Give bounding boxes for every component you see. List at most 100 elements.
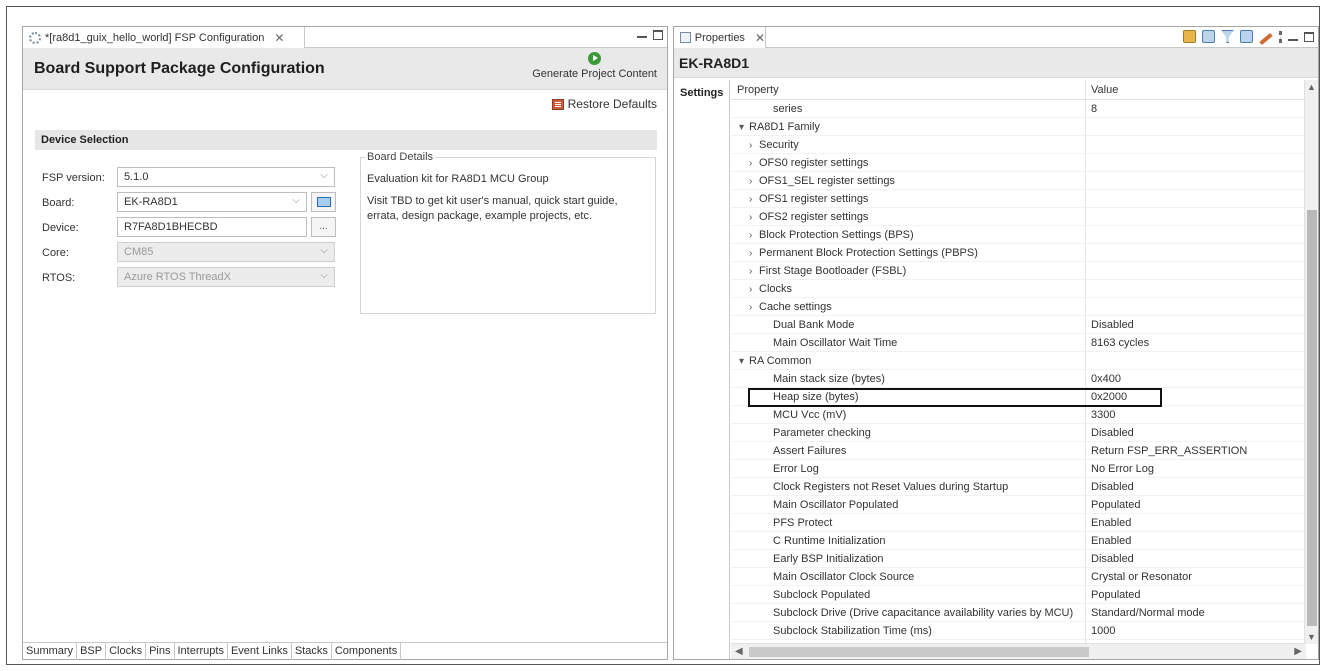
table-row[interactable]: › Security — [731, 136, 1306, 154]
device-browse-button[interactable]: ... — [311, 217, 336, 237]
property-value[interactable]: Disabled — [1091, 319, 1134, 331]
table-row[interactable]: Main Oscillator Populated Populated — [731, 496, 1306, 514]
table-row[interactable]: › Block Protection Settings (BPS) — [731, 226, 1306, 244]
column-header-value[interactable]: Value — [1091, 84, 1118, 96]
table-row[interactable]: › Cache settings — [731, 298, 1306, 316]
show-categories-icon[interactable] — [1202, 30, 1215, 43]
table-row[interactable]: Subclock Stabilization Time (ms) 1000 — [731, 622, 1306, 640]
table-row[interactable]: › OFS2 register settings — [731, 208, 1306, 226]
table-row[interactable]: Clock Registers not Reset Values during … — [731, 478, 1306, 496]
tab-interrupts[interactable]: Interrupts — [175, 643, 228, 660]
tab-clocks[interactable]: Clocks — [106, 643, 147, 660]
tab-summary[interactable]: Summary — [23, 643, 78, 660]
vertical-scroll-thumb[interactable] — [1307, 210, 1317, 626]
scroll-down-icon[interactable]: ▼ — [1307, 632, 1316, 642]
table-row[interactable]: Error Log No Error Log — [731, 460, 1306, 478]
table-row[interactable]: MCU Vcc (mV) 3300 — [731, 406, 1306, 424]
chevron-right-icon[interactable]: › — [749, 176, 759, 187]
vertical-scrollbar[interactable]: ▲ ▼ — [1304, 80, 1318, 644]
fsp-version-select[interactable]: 5.1.0 ⌵ — [117, 167, 335, 187]
tab-pins[interactable]: Pins — [146, 643, 175, 660]
restore-defaults-button[interactable]: Restore Defaults — [551, 97, 657, 111]
pin-to-selection-icon[interactable] — [1183, 30, 1196, 43]
settings-side-tab[interactable]: Settings — [674, 80, 730, 659]
table-row[interactable]: Parameter checking Disabled — [731, 424, 1306, 442]
tab-properties[interactable]: Properties ✕ — [674, 27, 766, 48]
property-value[interactable]: Disabled — [1091, 481, 1134, 493]
chevron-right-icon[interactable]: › — [749, 266, 759, 277]
table-row[interactable]: › Permanent Block Protection Settings (PB… — [731, 244, 1306, 262]
maximize-icon[interactable] — [1304, 31, 1314, 42]
table-row[interactable]: Main Oscillator Clock Source Crystal or R… — [731, 568, 1306, 586]
table-row[interactable]: PFS Protect Enabled — [731, 514, 1306, 532]
show-advanced-icon[interactable] — [1240, 30, 1253, 43]
property-value[interactable]: Populated — [1091, 589, 1141, 601]
property-value[interactable]: 8163 cycles — [1091, 337, 1149, 349]
tab-bsp[interactable]: BSP — [77, 643, 107, 660]
table-row[interactable]: › First Stage Bootloader (FSBL) — [731, 262, 1306, 280]
table-row[interactable]: Subclock Populated Populated — [731, 586, 1306, 604]
chevron-right-icon[interactable]: › — [749, 248, 759, 259]
property-value[interactable]: No Error Log — [1091, 463, 1154, 475]
chevron-right-icon[interactable]: › — [749, 212, 759, 223]
chevron-down-icon[interactable]: ▾ — [739, 122, 749, 133]
property-value[interactable]: 1000 — [1091, 625, 1115, 637]
chevron-right-icon[interactable]: › — [749, 140, 759, 151]
view-menu-icon[interactable] — [1279, 30, 1282, 43]
table-row[interactable]: series 8 — [731, 100, 1306, 118]
property-value[interactable]: 8 — [1091, 103, 1097, 115]
chevron-right-icon[interactable]: › — [749, 230, 759, 241]
table-row[interactable]: C Runtime Initialization Enabled — [731, 532, 1306, 550]
board-select[interactable]: EK-RA8D1 ⌵ — [117, 192, 307, 212]
table-row[interactable]: Assert Failures Return FSP_ERR_ASSERTION — [731, 442, 1306, 460]
table-row[interactable]: › OFS1 register settings — [731, 190, 1306, 208]
property-value[interactable]: Disabled — [1091, 427, 1134, 439]
table-row[interactable]: › Clocks — [731, 280, 1306, 298]
tab-stacks[interactable]: Stacks — [292, 643, 332, 660]
minimize-icon[interactable] — [1288, 38, 1298, 41]
scroll-left-icon[interactable]: ◀ — [735, 646, 743, 657]
horizontal-scroll-thumb[interactable] — [749, 647, 1089, 657]
chevron-down-icon[interactable]: ▾ — [739, 356, 749, 367]
tab-components[interactable]: Components — [332, 643, 402, 660]
property-value[interactable]: Enabled — [1091, 517, 1131, 529]
maximize-icon[interactable] — [653, 30, 663, 40]
table-row[interactable]: › OFS1_SEL register settings — [731, 172, 1306, 190]
property-value[interactable]: 3300 — [1091, 409, 1115, 421]
table-row[interactable]: Subclock Drive (Drive capacitance availa… — [731, 604, 1306, 622]
property-value[interactable]: Crystal or Resonator — [1091, 571, 1192, 583]
table-row[interactable]: ▾ RA8D1 Family — [731, 118, 1306, 136]
table-row[interactable]: Main Oscillator Wait Time 8163 cycles — [731, 334, 1306, 352]
table-row[interactable]: › OFS0 register settings — [731, 154, 1306, 172]
table-row[interactable]: Main stack size (bytes) 0x400 — [731, 370, 1306, 388]
property-value[interactable]: 0x400 — [1091, 373, 1121, 385]
property-value[interactable]: Disabled — [1091, 553, 1134, 565]
property-value[interactable]: Enabled — [1091, 535, 1131, 547]
device-input[interactable]: R7FA8D1BHECBD — [117, 217, 307, 237]
board-import-button[interactable] — [311, 192, 336, 212]
chevron-right-icon[interactable]: › — [749, 194, 759, 205]
close-icon[interactable]: ✕ — [755, 31, 765, 45]
table-row[interactable]: Early BSP Initialization Disabled — [731, 550, 1306, 568]
table-row[interactable]: Dual Bank Mode Disabled — [731, 316, 1306, 334]
minimize-icon[interactable] — [637, 36, 647, 38]
scroll-right-icon[interactable]: ▶ — [1294, 646, 1302, 657]
horizontal-scrollbar[interactable]: ◀ ▶ — [731, 643, 1306, 659]
tab-event-links[interactable]: Event Links — [228, 643, 292, 660]
property-value[interactable]: Standard/Normal mode — [1091, 607, 1205, 619]
chevron-right-icon[interactable]: › — [749, 284, 759, 295]
column-header-property[interactable]: Property — [737, 84, 779, 96]
scroll-up-icon[interactable]: ▲ — [1307, 82, 1316, 92]
chevron-right-icon[interactable]: › — [749, 158, 759, 169]
property-value[interactable]: Populated — [1091, 499, 1141, 511]
property-value[interactable]: Return FSP_ERR_ASSERTION — [1091, 445, 1247, 457]
property-value[interactable]: 0x2000 — [1091, 391, 1127, 403]
filter-icon[interactable] — [1221, 30, 1234, 43]
chevron-right-icon[interactable]: › — [749, 302, 759, 313]
table-row[interactable]: Heap size (bytes) 0x2000 — [731, 388, 1306, 406]
close-icon[interactable]: ✕ — [274, 31, 284, 45]
table-row[interactable]: ▾ RA Common — [731, 352, 1306, 370]
generate-project-content-button[interactable]: Generate Project Content — [532, 52, 657, 80]
restore-default-icon[interactable] — [1259, 32, 1273, 45]
tab-fsp-configuration[interactable]: *[ra8d1_guix_hello_world] FSP Configurat… — [23, 27, 305, 48]
